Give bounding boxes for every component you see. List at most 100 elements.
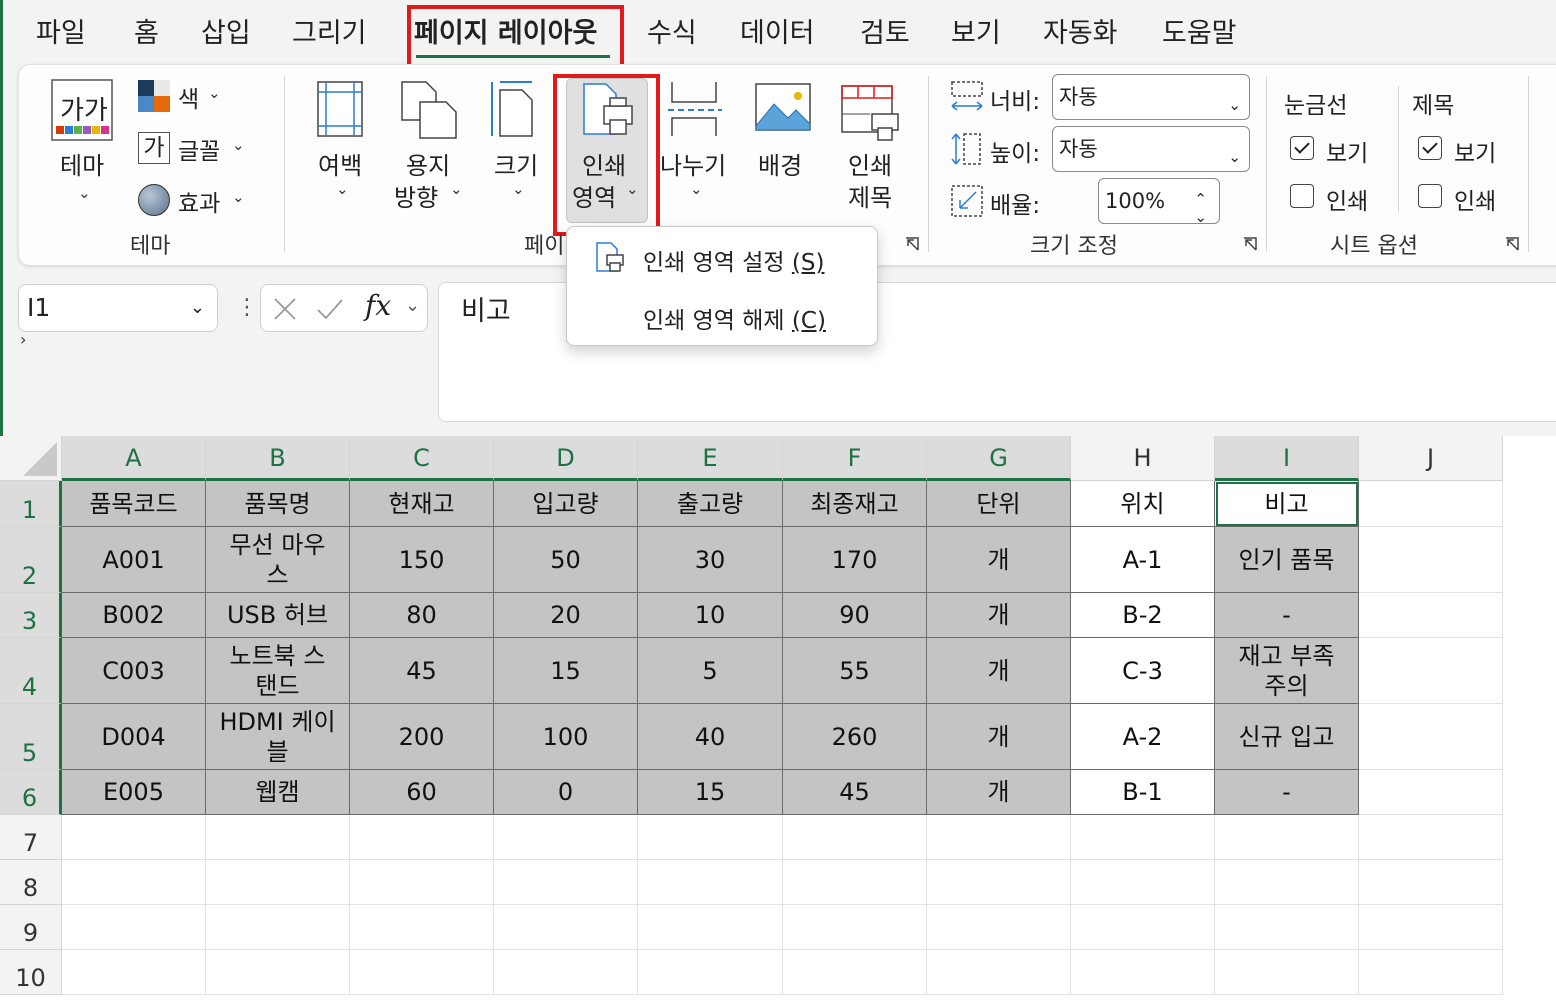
cell-h8[interactable] <box>1071 860 1215 905</box>
cell-h5[interactable]: A-2 <box>1071 704 1215 770</box>
cell-e5[interactable]: 40 <box>638 704 783 770</box>
headings-view-checkbox[interactable] <box>1418 136 1442 160</box>
cell-i1[interactable]: 비고 <box>1215 481 1359 527</box>
cell-c8[interactable] <box>350 860 494 905</box>
cell-i4[interactable]: 재고 부족 주의 <box>1215 638 1359 704</box>
tab-help[interactable]: 도움말 <box>1162 14 1237 54</box>
column-header-h[interactable]: H <box>1071 436 1215 481</box>
cell-j4[interactable] <box>1359 638 1503 704</box>
width-select[interactable]: 자동 ⌄ <box>1052 74 1250 120</box>
column-header-a[interactable]: A <box>62 436 206 481</box>
select-all-button[interactable] <box>0 436 62 481</box>
cell-j8[interactable] <box>1359 860 1503 905</box>
cell-b2[interactable]: 무선 마우 스 <box>206 527 350 593</box>
column-header-d[interactable]: D <box>494 436 638 481</box>
cell-f4[interactable]: 55 <box>783 638 927 704</box>
cell-e7[interactable] <box>638 815 783 860</box>
cell-e3[interactable]: 10 <box>638 593 783 638</box>
cell-g10[interactable] <box>927 950 1071 995</box>
cell-g7[interactable] <box>927 815 1071 860</box>
scale-spinner[interactable]: 100% ⌃ ⌄ <box>1098 178 1220 226</box>
column-header-j[interactable]: J <box>1359 436 1503 481</box>
cell-a6[interactable]: E005 <box>62 770 206 815</box>
cell-i7[interactable] <box>1215 815 1359 860</box>
cell-b5[interactable]: HDMI 케이 블 <box>206 704 350 770</box>
cell-b7[interactable] <box>206 815 350 860</box>
cell-h9[interactable] <box>1071 905 1215 950</box>
tab-formulas[interactable]: 수식 <box>647 14 697 54</box>
cell-i6[interactable]: - <box>1215 770 1359 815</box>
cell-j5[interactable] <box>1359 704 1503 770</box>
cell-g5[interactable]: 개 <box>927 704 1071 770</box>
cell-i10[interactable] <box>1215 950 1359 995</box>
cell-f1[interactable]: 최종재고 <box>783 481 927 527</box>
cell-c3[interactable]: 80 <box>350 593 494 638</box>
gridlines-print-checkbox[interactable] <box>1290 184 1314 208</box>
row-header-10[interactable]: 10 <box>0 950 62 995</box>
column-header-b[interactable]: B <box>206 436 350 481</box>
cell-b8[interactable] <box>206 860 350 905</box>
cell-g6[interactable]: 개 <box>927 770 1071 815</box>
dialog-launcher-icon[interactable] <box>1504 236 1520 252</box>
cell-g2[interactable]: 개 <box>927 527 1071 593</box>
cell-e9[interactable] <box>638 905 783 950</box>
cell-b3[interactable]: USB 허브 <box>206 593 350 638</box>
cell-e2[interactable]: 30 <box>638 527 783 593</box>
column-header-f[interactable]: F <box>783 436 927 481</box>
cell-d4[interactable]: 15 <box>494 638 638 704</box>
cell-h6[interactable]: B-1 <box>1071 770 1215 815</box>
gridlines-view-checkbox[interactable] <box>1290 136 1314 160</box>
cell-f6[interactable]: 45 <box>783 770 927 815</box>
cell-c5[interactable]: 200 <box>350 704 494 770</box>
more-options-icon[interactable]: ⋮ <box>236 294 258 322</box>
enter-check-icon[interactable] <box>315 295 345 323</box>
cell-g3[interactable]: 개 <box>927 593 1071 638</box>
cell-b1[interactable]: 품목명 <box>206 481 350 527</box>
tab-automate[interactable]: 자동화 <box>1043 14 1118 54</box>
cell-c10[interactable] <box>350 950 494 995</box>
insert-function-icon[interactable]: fx <box>365 289 391 322</box>
tab-file[interactable]: 파일 <box>36 14 86 54</box>
cell-b9[interactable] <box>206 905 350 950</box>
cell-i5[interactable]: 신규 입고 <box>1215 704 1359 770</box>
row-header-5[interactable]: 5 <box>0 704 62 770</box>
column-header-g[interactable]: G <box>927 436 1071 481</box>
cell-d10[interactable] <box>494 950 638 995</box>
cell-c4[interactable]: 45 <box>350 638 494 704</box>
cell-d8[interactable] <box>494 860 638 905</box>
cell-a1[interactable]: 품목코드 <box>62 481 206 527</box>
cell-a7[interactable] <box>62 815 206 860</box>
cell-f8[interactable] <box>783 860 927 905</box>
cell-f2[interactable]: 170 <box>783 527 927 593</box>
cell-j9[interactable] <box>1359 905 1503 950</box>
cell-i2[interactable]: 인기 품목 <box>1215 527 1359 593</box>
tab-insert[interactable]: 삽입 <box>201 14 251 54</box>
cell-g9[interactable] <box>927 905 1071 950</box>
cell-h7[interactable] <box>1071 815 1215 860</box>
cell-c6[interactable]: 60 <box>350 770 494 815</box>
height-select[interactable]: 자동 ⌄ <box>1052 126 1250 172</box>
cell-j10[interactable] <box>1359 950 1503 995</box>
cell-g4[interactable]: 개 <box>927 638 1071 704</box>
tab-view[interactable]: 보기 <box>951 14 1001 54</box>
cell-f7[interactable] <box>783 815 927 860</box>
cell-d2[interactable]: 50 <box>494 527 638 593</box>
cell-b10[interactable] <box>206 950 350 995</box>
chevron-down-icon[interactable]: ⌄ <box>1194 195 1207 239</box>
cell-j6[interactable] <box>1359 770 1503 815</box>
cell-e1[interactable]: 출고량 <box>638 481 783 527</box>
cell-d6[interactable]: 0 <box>494 770 638 815</box>
column-header-c[interactable]: C <box>350 436 494 481</box>
cell-e10[interactable] <box>638 950 783 995</box>
row-header-1[interactable]: 1 <box>0 481 62 527</box>
cell-h10[interactable] <box>1071 950 1215 995</box>
cell-j1[interactable] <box>1359 481 1503 527</box>
cell-f10[interactable] <box>783 950 927 995</box>
column-header-i[interactable]: I <box>1215 436 1359 481</box>
cell-g1[interactable]: 단위 <box>927 481 1071 527</box>
cell-g8[interactable] <box>927 860 1071 905</box>
cell-d5[interactable]: 100 <box>494 704 638 770</box>
cell-c2[interactable]: 150 <box>350 527 494 593</box>
cell-j7[interactable] <box>1359 815 1503 860</box>
cell-b4[interactable]: 노트북 스 탠드 <box>206 638 350 704</box>
